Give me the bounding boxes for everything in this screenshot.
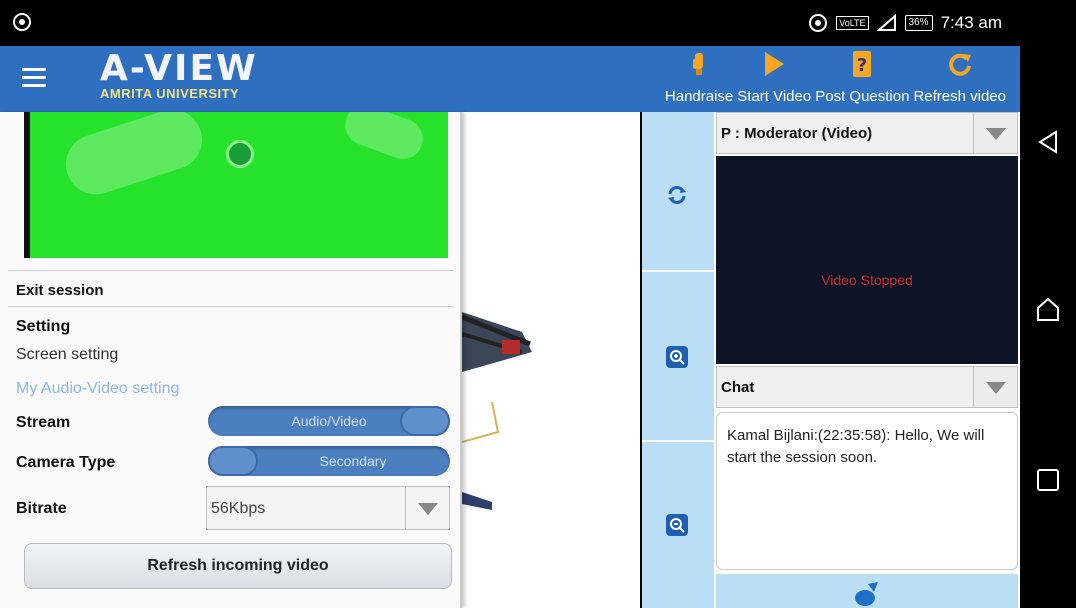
send-chat-icon [855, 582, 878, 606]
brand-logo: A-VIEW AMRITA UNIVERSITY [100, 48, 258, 102]
clock: 7:43 am [940, 13, 1002, 32]
sync-icon [668, 186, 686, 204]
status-icons: VoLTE 36% 7:43 am [808, 10, 1002, 36]
brand-subtitle: AMRITA UNIVERSITY [100, 86, 240, 101]
av-setting-item[interactable]: My Audio-Video setting [16, 380, 452, 398]
nfc-status-icon [809, 14, 828, 32]
bitrate-label: Bitrate [16, 500, 67, 517]
send-button[interactable] [716, 574, 1018, 608]
zoom-out-button[interactable] [642, 444, 714, 608]
navigation-drawer: Exit session Setting Screen setting My A… [0, 112, 462, 608]
exit-session-item[interactable]: Exit session [16, 282, 452, 299]
stream-label: Stream [16, 414, 71, 431]
refresh-video-button[interactable]: Refresh video [913, 46, 1006, 112]
zoom-in-button[interactable] [642, 274, 714, 442]
app-bar: A-VIEW AMRITA UNIVERSITY Handraise Start… [0, 46, 1020, 112]
start-video-button[interactable]: Start Video [737, 46, 811, 112]
back-icon[interactable] [1034, 128, 1062, 156]
svg-text:?: ? [857, 55, 867, 76]
chat-messages[interactable]: Kamal Bijlani:(22:35:58): Hello, We will… [716, 412, 1018, 570]
menu-icon[interactable] [22, 68, 46, 88]
android-nav-bar [1020, 0, 1076, 608]
screen-setting-item[interactable]: Screen setting [16, 346, 452, 364]
bitrate-value: 56Kbps [211, 500, 266, 517]
refresh-icon [948, 53, 971, 76]
divider [8, 270, 454, 271]
nfc-icon [13, 13, 31, 31]
camera-icon [226, 140, 254, 168]
zoom-in-icon [666, 346, 688, 368]
post-question-button[interactable]: ? Post Question [815, 46, 909, 112]
zoom-out-icon [666, 514, 688, 536]
battery-icon: 36% [904, 15, 933, 31]
divider [8, 306, 454, 307]
chat-select[interactable]: Chat [716, 366, 1018, 408]
video-source-select[interactable]: P : Moderator (Video) [716, 112, 1018, 154]
handraise-button[interactable]: Handraise [665, 46, 733, 112]
sync-button[interactable] [642, 112, 714, 272]
moderator-video: Video Stopped [716, 156, 1018, 364]
volte-badge: VoLTE [836, 16, 869, 30]
chevron-down-icon [973, 113, 1017, 153]
question-icon: ? [853, 51, 872, 77]
video-status: Video Stopped [821, 272, 913, 288]
action-bar: Handraise Start Video ? Post Question Re… [665, 46, 1006, 112]
refresh-incoming-video-button[interactable]: Refresh incoming video [24, 543, 452, 589]
hand-icon [693, 53, 704, 75]
self-video-preview [24, 112, 448, 258]
whiteboard-figure [462, 312, 532, 510]
chevron-down-icon [973, 367, 1017, 407]
refresh-video-label: Refresh video [913, 88, 1006, 105]
handraise-label: Handraise [664, 88, 734, 105]
post-question-label: Post Question [815, 88, 910, 105]
video-chat-panel: P : Moderator (Video) Video Stopped Chat… [714, 112, 1020, 608]
status-bar: VoLTE 36% 7:43 am [0, 0, 1020, 46]
recent-apps-icon[interactable] [1034, 466, 1062, 494]
app-screen: VoLTE 36% 7:43 am A-VIEW AMRITA UNIVERSI… [0, 0, 1076, 608]
toggle-knob [208, 446, 258, 476]
chevron-down-icon [405, 487, 449, 529]
camera-type-label: Camera Type [16, 454, 116, 471]
start-video-label: Start Video [737, 88, 812, 105]
setting-header: Setting [16, 318, 71, 335]
play-icon [765, 52, 785, 76]
camera-type-toggle[interactable]: Secondary [208, 446, 450, 476]
chat-message: Kamal Bijlani:(22:35:58): Hello, We will… [727, 427, 985, 466]
home-icon[interactable] [1034, 296, 1062, 324]
video-source-value: P : Moderator (Video) [721, 125, 873, 142]
chat-label: Chat [721, 379, 755, 396]
toggle-knob [400, 406, 450, 436]
signal-icon [876, 14, 896, 31]
bitrate-select[interactable]: 56Kbps [206, 486, 450, 530]
video-control-column [642, 112, 714, 608]
stream-value: Audio/Video [291, 413, 367, 429]
camera-type-value: Secondary [319, 453, 387, 469]
brand-title: A-VIEW [100, 48, 258, 89]
stream-toggle[interactable]: Audio/Video [208, 406, 450, 436]
